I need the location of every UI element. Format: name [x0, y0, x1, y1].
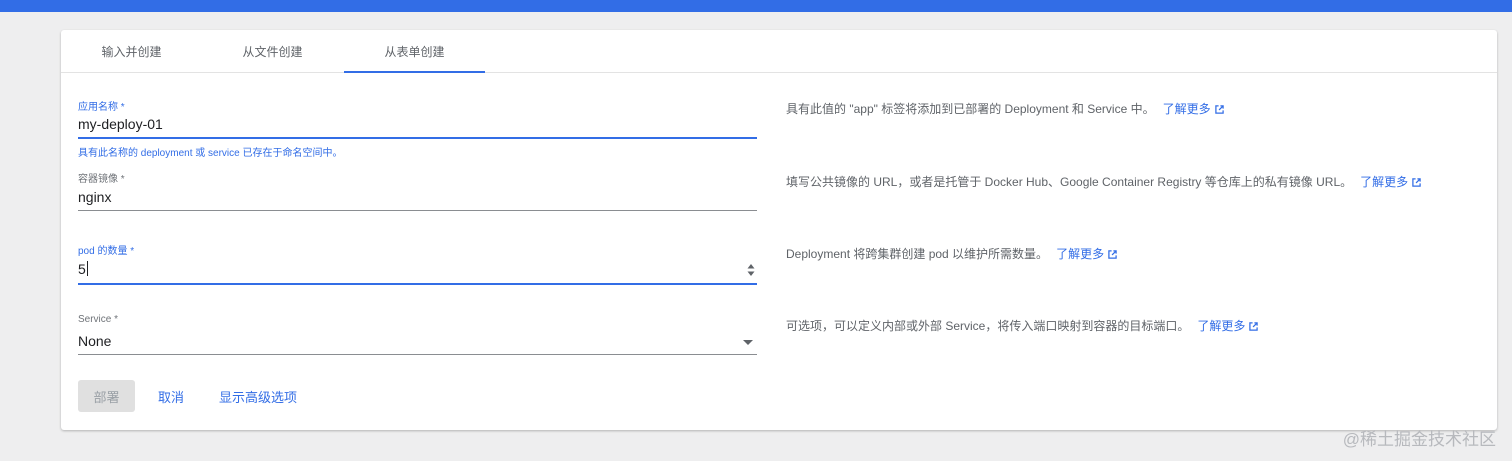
learn-more-label: 了解更多 — [1162, 102, 1211, 116]
service-label: Service * — [78, 314, 119, 325]
active-tab-indicator — [344, 71, 485, 73]
service-select-value[interactable]: None — [78, 333, 111, 349]
pod-count-learn-more-link[interactable]: 了解更多 — [1056, 247, 1117, 261]
number-spinner-icon[interactable] — [747, 263, 755, 277]
service-learn-more-link[interactable]: 了解更多 — [1197, 319, 1259, 333]
container-image-underline — [78, 210, 757, 211]
app-name-help-text: 具有此值的 "app" 标签将添加到已部署的 Deployment 和 Serv… — [786, 102, 1155, 116]
cancel-button[interactable]: 取消 — [158, 380, 184, 412]
tab-create-from-file[interactable]: 从文件创建 — [202, 30, 343, 73]
app-name-label: 应用名称 * — [78, 102, 125, 113]
deploy-button[interactable]: 部署 — [78, 380, 135, 412]
app-name-learn-more-link[interactable]: 了解更多 — [1163, 102, 1224, 116]
container-image-help-text: 填写公共镜像的 URL，或者是托管于 Docker Hub、Google Con… — [786, 175, 1353, 189]
top-app-bar — [0, 0, 1512, 12]
learn-more-label: 了解更多 — [1197, 319, 1246, 333]
container-image-learn-more-link[interactable]: 了解更多 — [1360, 175, 1421, 189]
external-link-icon — [1214, 105, 1224, 114]
container-image-field: 容器镜像 * nginx — [78, 170, 757, 212]
pod-count-value: 5 — [78, 261, 86, 277]
pod-count-field: pod 的数量 * 5 — [78, 242, 757, 286]
text-caret — [86, 261, 88, 276]
tab-create-from-input[interactable]: 输入并创建 — [61, 30, 202, 73]
create-mode-tabs: 输入并创建 从文件创建 从表单创建 — [61, 30, 1497, 73]
external-link-icon — [1249, 322, 1259, 331]
pod-count-help-text: Deployment 将跨集群创建 pod 以维护所需数量。 — [786, 247, 1049, 261]
show-advanced-options-button[interactable]: 显示高级选项 — [219, 380, 297, 412]
app-name-underline — [78, 137, 757, 139]
app-name-help: 具有此值的 "app" 标签将添加到已部署的 Deployment 和 Serv… — [786, 100, 1224, 117]
create-deployment-card: 输入并创建 从文件创建 从表单创建 应用名称 * my-deploy-01 具有… — [61, 30, 1497, 430]
external-link-icon — [1108, 250, 1117, 259]
service-underline — [78, 354, 757, 355]
learn-more-label: 了解更多 — [1056, 247, 1105, 261]
service-help-text: 可选项，可以定义内部或外部 Service，将传入端口映射到容器的目标端口。 — [786, 319, 1190, 333]
app-name-field: 应用名称 * my-deploy-01 具有此名称的 deployment 或 … — [78, 98, 757, 159]
pod-count-label: pod 的数量 * — [78, 246, 135, 257]
container-image-help: 填写公共镜像的 URL，或者是托管于 Docker Hub、Google Con… — [786, 173, 1421, 190]
pod-count-underline — [78, 283, 757, 285]
container-image-label: 容器镜像 * — [78, 174, 125, 185]
app-name-error-hint: 具有此名称的 deployment 或 service 已存在于命名空间中。 — [78, 148, 343, 159]
external-link-icon — [1412, 178, 1421, 187]
service-select-field[interactable]: Service * None — [78, 314, 757, 358]
tab-create-from-form[interactable]: 从表单创建 — [344, 30, 485, 73]
chevron-down-icon[interactable] — [743, 340, 753, 345]
app-name-input[interactable]: my-deploy-01 — [78, 116, 163, 132]
pod-count-help: Deployment 将跨集群创建 pod 以维护所需数量。 了解更多 — [786, 245, 1117, 262]
service-help: 可选项，可以定义内部或外部 Service，将传入端口映射到容器的目标端口。 了解… — [786, 317, 1259, 334]
learn-more-label: 了解更多 — [1360, 175, 1409, 189]
container-image-input[interactable]: nginx — [78, 189, 111, 205]
pod-count-input[interactable]: 5 — [78, 261, 88, 277]
watermark: @稀土掘金技术社区 — [1342, 430, 1496, 449]
